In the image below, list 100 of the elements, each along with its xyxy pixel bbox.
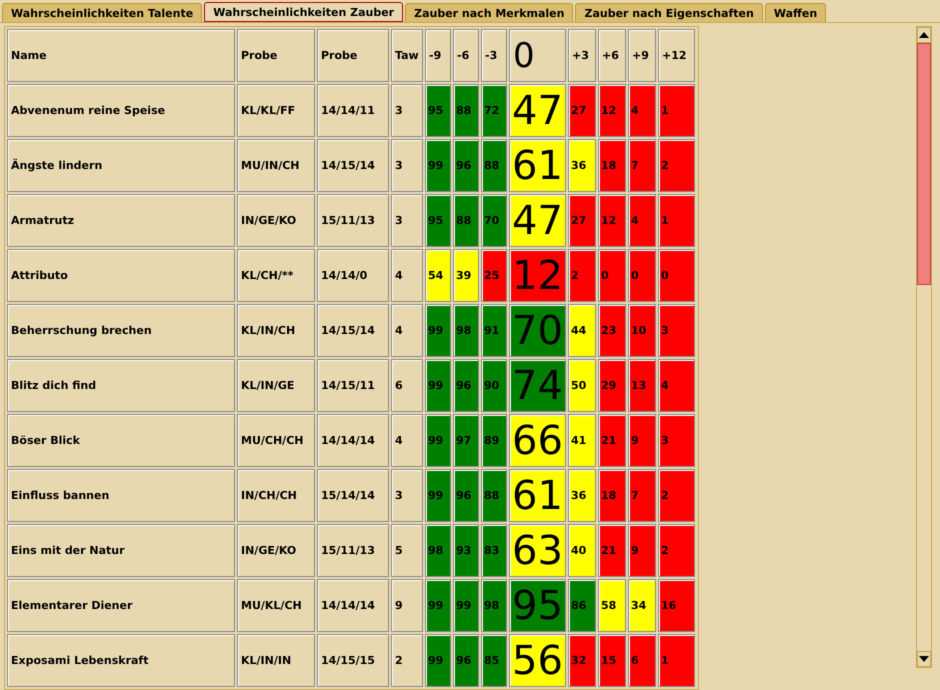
probability-cell: 58 (598, 579, 626, 632)
probability-cell: 97 (453, 414, 479, 467)
probability-cell: 4 (658, 359, 695, 412)
probability-cell: 6 (628, 634, 656, 687)
probability-cell: 10 (628, 304, 656, 357)
scrollbar[interactable] (916, 26, 932, 668)
probability-cell: 12 (598, 84, 626, 137)
probability-cell: 56 (509, 634, 566, 687)
probability-cell: 4 (628, 194, 656, 247)
table-cell: Einfluss bannen (7, 469, 235, 522)
probability-cell: 7 (628, 469, 656, 522)
table-cell: 14/15/14 (317, 304, 389, 357)
probability-cell: 99 (425, 139, 451, 192)
table-cell: 9 (391, 579, 423, 632)
probability-cell: 7 (628, 139, 656, 192)
probability-cell: 1 (658, 84, 695, 137)
probability-cell: 25 (481, 249, 507, 302)
table-cell: Attributo (7, 249, 235, 302)
probability-cell: 99 (425, 304, 451, 357)
probability-cell: 88 (481, 139, 507, 192)
table-cell: 4 (391, 249, 423, 302)
probability-cell: 98 (453, 304, 479, 357)
probability-cell: 50 (568, 359, 596, 412)
tab[interactable]: Waffen (764, 3, 826, 22)
table-cell: 5 (391, 524, 423, 577)
table-cell: 14/15/11 (317, 359, 389, 412)
probability-cell: 29 (598, 359, 626, 412)
probability-cell: 99 (425, 469, 451, 522)
scroll-up-button[interactable] (917, 27, 931, 43)
table-cell: IN/CH/CH (237, 469, 315, 522)
probability-cell: 9 (628, 524, 656, 577)
table-cell: KL/KL/FF (237, 84, 315, 137)
table-cell: 3 (391, 84, 423, 137)
table-cell: 14/14/14 (317, 579, 389, 632)
probability-cell: 61 (509, 469, 566, 522)
probability-cell: 2 (568, 249, 596, 302)
probability-cell: 39 (453, 249, 479, 302)
probability-cell: 95 (425, 84, 451, 137)
table-cell: 14/14/14 (317, 414, 389, 467)
probability-cell: 21 (598, 524, 626, 577)
probability-cell: 3 (658, 414, 695, 467)
probability-cell: 95 (509, 579, 566, 632)
probability-cell: 0 (628, 249, 656, 302)
probability-cell: 95 (425, 194, 451, 247)
probability-cell: 88 (453, 84, 479, 137)
table-cell: Abvenenum reine Speise (7, 84, 235, 137)
scroll-thumb[interactable] (917, 43, 931, 285)
probability-cell: 63 (509, 524, 566, 577)
tab[interactable]: Zauber nach Merkmalen (405, 3, 574, 22)
probability-cell: 27 (568, 194, 596, 247)
column-header: -3 (481, 29, 507, 82)
table-cell: 15/11/13 (317, 194, 389, 247)
probability-cell: 70 (509, 304, 566, 357)
table-cell: IN/GE/KO (237, 524, 315, 577)
table-cell: Beherrschung brechen (7, 304, 235, 357)
probability-cell: 86 (568, 579, 596, 632)
column-header: +9 (628, 29, 656, 82)
table-cell: MU/KL/CH (237, 579, 315, 632)
probability-cell: 27 (568, 84, 596, 137)
tab[interactable]: Zauber nach Eigenschaften (575, 3, 763, 22)
table-cell: 14/14/0 (317, 249, 389, 302)
table-cell: 2 (391, 634, 423, 687)
probability-cell: 91 (481, 304, 507, 357)
probability-cell: 9 (628, 414, 656, 467)
scroll-down-button[interactable] (917, 651, 931, 667)
probability-cell: 0 (598, 249, 626, 302)
probability-cell: 47 (509, 84, 566, 137)
probability-cell: 47 (509, 194, 566, 247)
probability-cell: 2 (658, 524, 695, 577)
table-cell: IN/GE/KO (237, 194, 315, 247)
probability-cell: 41 (568, 414, 596, 467)
column-header: +6 (598, 29, 626, 82)
probability-cell: 2 (658, 469, 695, 522)
column-header: Probe (317, 29, 389, 82)
probability-cell: 72 (481, 84, 507, 137)
probability-cell: 98 (425, 524, 451, 577)
tab[interactable]: Wahrscheinlichkeiten Talente (2, 3, 202, 22)
probability-cell: 89 (481, 414, 507, 467)
tab[interactable]: Wahrscheinlichkeiten Zauber (204, 2, 404, 22)
table-cell: 4 (391, 304, 423, 357)
probability-cell: 93 (453, 524, 479, 577)
column-header: Taw (391, 29, 423, 82)
probability-cell: 99 (425, 414, 451, 467)
probability-cell: 54 (425, 249, 451, 302)
probability-cell: 99 (453, 579, 479, 632)
probability-cell: 96 (453, 359, 479, 412)
table-cell: Elementarer Diener (7, 579, 235, 632)
probability-cell: 3 (658, 304, 695, 357)
probability-cell: 44 (568, 304, 596, 357)
probability-cell: 1 (658, 634, 695, 687)
probability-cell: 74 (509, 359, 566, 412)
table-cell: 6 (391, 359, 423, 412)
table-cell: 3 (391, 469, 423, 522)
probability-cell: 2 (658, 139, 695, 192)
table-cell: MU/IN/CH (237, 139, 315, 192)
probability-cell: 99 (425, 579, 451, 632)
table-cell: Exposami Lebenskraft (7, 634, 235, 687)
probability-cell: 34 (628, 579, 656, 632)
probability-cell: 61 (509, 139, 566, 192)
column-header: +3 (568, 29, 596, 82)
